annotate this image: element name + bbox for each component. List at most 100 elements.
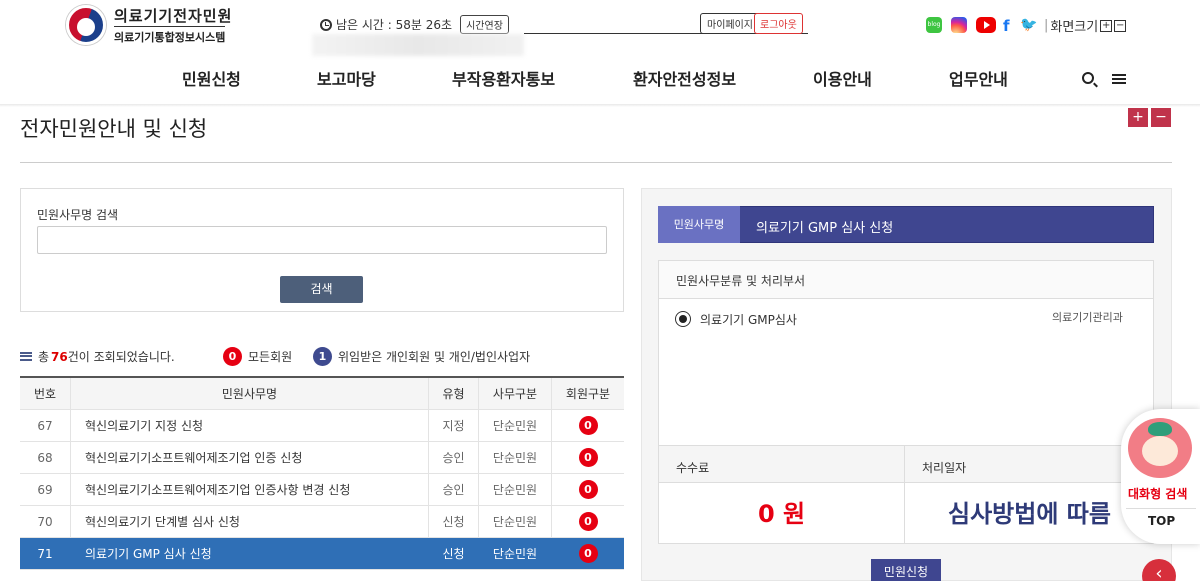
row-number: 68	[20, 442, 71, 473]
title-divider	[20, 162, 1172, 163]
table-row[interactable]: 69 혁신의료기기소프트웨어제조기업 인증사항 변경 신청 승인 단순민원 0	[20, 474, 624, 506]
row-category: 단순민원	[479, 442, 552, 473]
floating-divider	[1126, 508, 1196, 509]
row-name[interactable]: 혁신의료기기소프트웨어제조기업 인증사항 변경 신청	[71, 474, 429, 505]
zoom-in-button[interactable]: +	[1128, 108, 1148, 127]
session-timer: 남은 시간 : 58분 26초 시간연장	[320, 15, 509, 34]
header-shadow	[0, 104, 1200, 107]
row-type: 승인	[429, 442, 479, 473]
row-type: 승인	[429, 474, 479, 505]
search-button[interactable]: 검색	[280, 276, 363, 303]
classification-option-label[interactable]: 의료기기 GMP심사	[700, 311, 797, 328]
member-badge-1: 1	[313, 347, 332, 366]
table-row[interactable]: 70 혁신의료기기 단계별 심사 신청 신청 단순민원 0	[20, 506, 624, 538]
zoom-out-button[interactable]: −	[1151, 108, 1171, 127]
blog-icon[interactable]: blog	[926, 17, 942, 33]
row-category: 단순민원	[479, 474, 552, 505]
row-category: 단순민원	[479, 410, 552, 441]
result-summary: 총 76 건이 조회되었습니다.	[20, 348, 175, 365]
instagram-icon[interactable]	[951, 17, 967, 33]
nav-item-civil-request[interactable]: 민원신청	[182, 66, 241, 90]
nav-item-patient-safety[interactable]: 환자안전성정보	[633, 66, 736, 90]
row-name[interactable]: 혁신의료기기 단계별 심사 신청	[71, 506, 429, 537]
header-number[interactable]: 번호	[20, 378, 71, 409]
font-size-control: | 화면크기 + −	[1044, 18, 1127, 35]
processing-date-value: 심사방법에 따름	[948, 500, 1111, 528]
fee-label: 수수료	[676, 461, 710, 475]
detail-tag: 민원사무명	[658, 206, 740, 243]
row-type: 신청	[429, 538, 479, 569]
scroll-top-button[interactable]: TOP	[1148, 514, 1175, 528]
site-subtitle: 의료기기통합정보시스템	[114, 26, 226, 45]
row-type: 신청	[429, 506, 479, 537]
chatbot-mascot-icon[interactable]	[1128, 418, 1192, 478]
row-number: 71	[20, 538, 71, 569]
fee-amount: 0 원	[758, 500, 806, 528]
member-badge: 0	[578, 512, 598, 531]
timer-text: 남은 시간 : 58분 26초	[336, 18, 453, 32]
legend-delegated: 1 위임받은 개인회원 및 개인/법인사업자	[313, 347, 530, 366]
table-row-selected[interactable]: 71 의료기기 GMP 심사 신청 신청 단순민원 0	[20, 538, 624, 570]
member-badge: 0	[578, 480, 598, 499]
blurred-user-info	[312, 34, 524, 56]
site-title[interactable]: 의료기기전자민원	[114, 5, 232, 26]
row-name[interactable]: 혁신의료기기 지정 신청	[71, 410, 429, 441]
fee-header-row	[658, 446, 1154, 483]
nav-item-business[interactable]: 업무안내	[949, 66, 1008, 90]
page-title: 전자민원안내 및 신청	[20, 117, 208, 141]
legend-label-0: 모든회원	[248, 350, 293, 364]
member-badge-0: 0	[223, 347, 242, 366]
search-icon[interactable]	[1082, 72, 1094, 84]
header-category[interactable]: 사무구분	[479, 378, 552, 409]
facebook-icon[interactable]: f	[1003, 17, 1013, 35]
search-label: 민원사무명 검색	[37, 208, 119, 222]
row-name[interactable]: 혁신의료기기소프트웨어제조기업 인증 신청	[71, 442, 429, 473]
row-number: 69	[20, 474, 71, 505]
mypage-button[interactable]: 마이페이지	[700, 13, 760, 34]
extend-time-button[interactable]: 시간연장	[460, 15, 509, 34]
hamburger-menu-icon[interactable]	[1112, 74, 1126, 84]
youtube-icon[interactable]	[976, 17, 996, 33]
row-number: 70	[20, 506, 71, 537]
detail-service-name: 의료기기 GMP 심사 신청	[756, 221, 894, 236]
result-count: 76	[51, 349, 68, 364]
font-size-plus-button[interactable]: +	[1100, 19, 1113, 32]
header-type[interactable]: 유형	[429, 378, 479, 409]
logout-button[interactable]: 로그아웃	[754, 13, 803, 34]
row-type: 지정	[429, 410, 479, 441]
summary-suffix: 건이 조회되었습니다.	[67, 350, 175, 364]
department-label: 의료기기관리과	[1052, 311, 1123, 324]
summary-prefix: 총	[38, 350, 50, 364]
row-category: 단순민원	[479, 538, 552, 569]
classification-radio[interactable]	[675, 311, 691, 327]
classification-header: 민원사무분류 및 처리부서	[659, 261, 1153, 299]
list-icon	[20, 352, 32, 361]
header-name[interactable]: 민원사무명	[71, 378, 429, 409]
twitter-icon[interactable]: 🐦	[1020, 17, 1038, 33]
search-input[interactable]	[37, 226, 607, 254]
row-number: 67	[20, 410, 71, 441]
table-header-row: 번호 민원사무명 유형 사무구분 회원구분	[20, 378, 624, 410]
civil-service-table: 번호 민원사무명 유형 사무구분 회원구분 67 혁신의료기기 지정 신청 지정…	[20, 376, 624, 570]
nav-item-adverse-event[interactable]: 부작용환자통보	[452, 66, 555, 90]
fee-divider	[904, 446, 905, 544]
legend-label-1: 위임받은 개인회원 및 개인/법인사업자	[338, 350, 531, 364]
table-row[interactable]: 68 혁신의료기기소프트웨어제조기업 인증 신청 승인 단순민원 0	[20, 442, 624, 474]
row-category: 단순민원	[479, 506, 552, 537]
nav-item-report[interactable]: 보고마당	[317, 66, 376, 90]
member-badge: 0	[578, 416, 598, 435]
legend-all-members: 0 모든회원	[223, 347, 292, 366]
row-name[interactable]: 의료기기 GMP 심사 신청	[71, 538, 429, 569]
processing-date-label: 처리일자	[922, 461, 967, 475]
clock-icon	[320, 18, 332, 31]
font-size-minus-button[interactable]: −	[1114, 19, 1127, 32]
header-member[interactable]: 회원구분	[552, 378, 624, 409]
table-row[interactable]: 67 혁신의료기기 지정 신청 지정 단순민원 0	[20, 410, 624, 442]
government-emblem-icon[interactable]	[66, 5, 106, 45]
font-size-label: 화면크기	[1050, 20, 1099, 35]
member-badge: 0	[578, 448, 598, 467]
apply-button[interactable]: 민원신청	[871, 559, 941, 581]
nav-item-guide[interactable]: 이용안내	[813, 66, 872, 90]
chatbot-label[interactable]: 대화형 검색	[1128, 485, 1187, 502]
member-badge: 0	[578, 544, 598, 563]
